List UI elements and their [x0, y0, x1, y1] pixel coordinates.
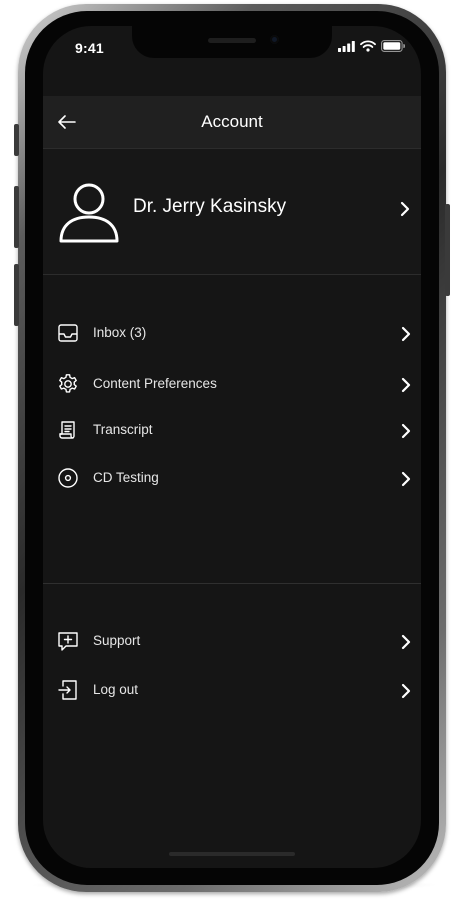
menu-item-log-out[interactable]: Log out — [43, 669, 421, 713]
chevron-right-icon — [401, 377, 411, 393]
chat-plus-icon — [58, 632, 78, 651]
app-header: Account — [43, 96, 421, 148]
menu-item-support[interactable]: Support — [43, 620, 421, 664]
menu-item-cd-testing[interactable]: CD Testing — [43, 457, 421, 501]
menu-label-inbox: Inbox (3) — [93, 325, 147, 340]
gear-icon — [59, 374, 77, 393]
front-camera — [270, 35, 279, 44]
menu-item-transcript[interactable]: Transcript — [43, 409, 421, 453]
silent-switch — [14, 124, 19, 156]
chevron-right-icon — [400, 201, 410, 217]
menu-label-transcript: Transcript — [93, 422, 153, 437]
logout-icon — [58, 680, 77, 700]
volume-up-button — [14, 186, 19, 248]
inbox-tray-icon — [58, 324, 78, 342]
chevron-right-icon — [401, 326, 411, 342]
menu-label-support: Support — [93, 633, 141, 648]
menu-item-content-preferences[interactable]: Content Preferences — [43, 363, 421, 407]
profile-name: Dr. Jerry Kasinsky — [133, 196, 287, 217]
menu-label-cd-testing: CD Testing — [93, 470, 159, 485]
chevron-right-icon — [401, 423, 411, 439]
page-title: Account — [201, 112, 263, 131]
phone-screen: 9:41 Account Dr. Jerry Kasinsky Inbox (3… — [43, 26, 421, 868]
wifi-icon — [360, 40, 376, 52]
section-divider — [43, 583, 421, 584]
speaker-grille — [208, 38, 256, 43]
chevron-right-icon — [401, 471, 411, 487]
disc-icon — [58, 468, 78, 488]
power-button — [445, 204, 450, 296]
home-indicator — [169, 852, 295, 856]
menu-label-log-out: Log out — [93, 682, 139, 697]
battery-icon — [381, 40, 405, 52]
status-icons — [338, 40, 405, 52]
signal-icon — [338, 40, 355, 52]
status-time: 9:41 — [75, 40, 104, 56]
menu-item-inbox[interactable]: Inbox (3) — [43, 312, 421, 356]
profile-row[interactable]: Dr. Jerry Kasinsky — [43, 148, 421, 275]
user-avatar-icon — [59, 183, 119, 243]
volume-down-button — [14, 264, 19, 326]
document-icon — [59, 421, 75, 439]
chevron-right-icon — [401, 683, 411, 699]
menu-label-content-preferences: Content Preferences — [93, 376, 217, 391]
notch — [132, 26, 332, 58]
chevron-right-icon — [401, 634, 411, 650]
